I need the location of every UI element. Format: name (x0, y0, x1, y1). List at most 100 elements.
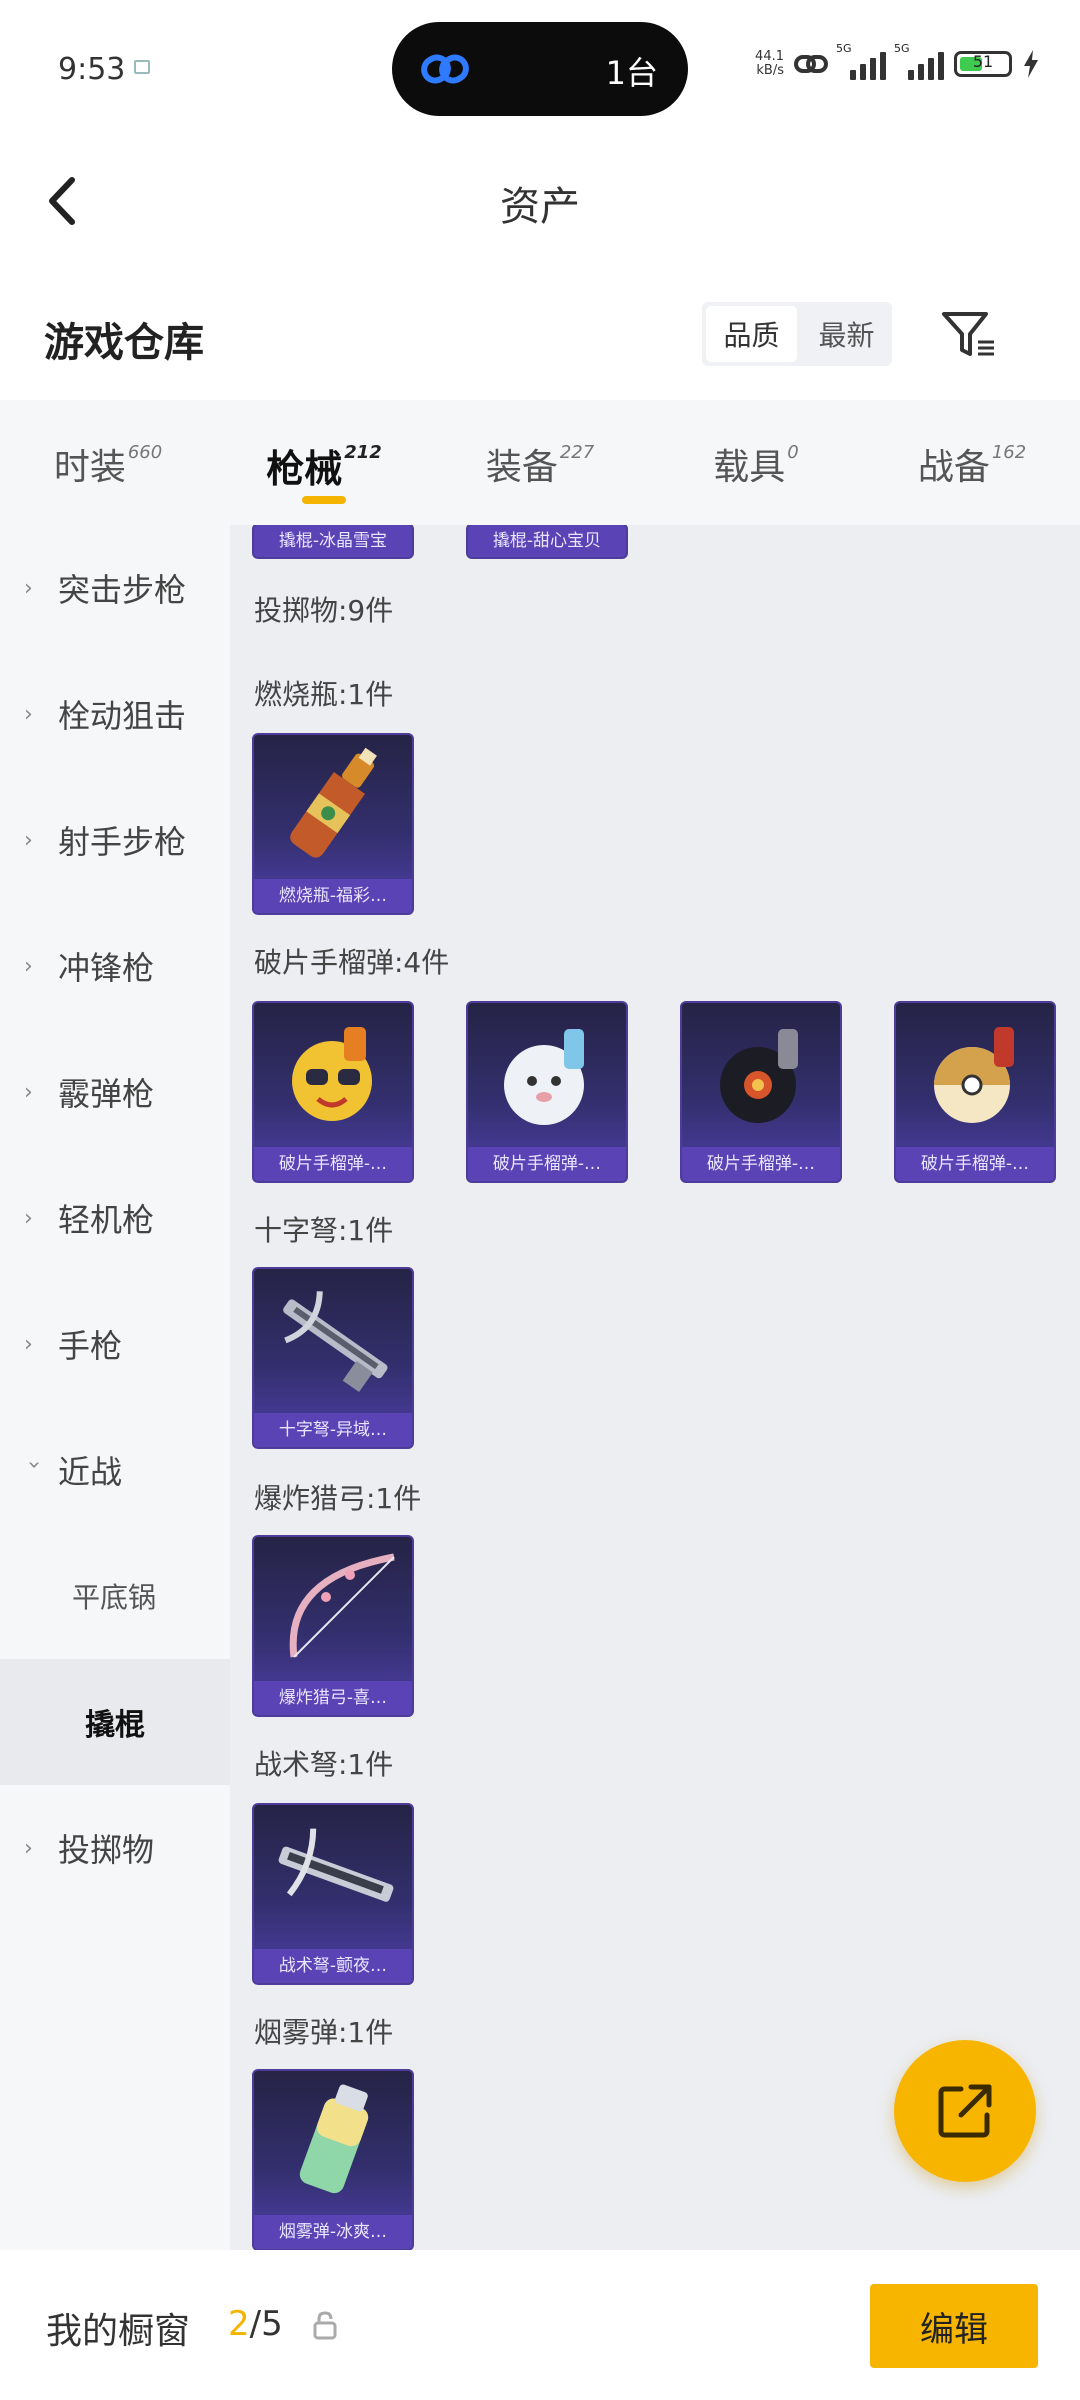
sort-newest-option[interactable]: 最新 (801, 302, 892, 366)
status-time: 9:53 (58, 52, 126, 87)
hotspot-link-icon (794, 55, 828, 73)
section-label: 燃烧瓶:1件 (254, 678, 394, 711)
net-speed-value: 44.1 (755, 49, 784, 64)
sidebar-item-label: 射手步枪 (58, 823, 187, 861)
sort-toggle: 品质 最新 (702, 302, 892, 366)
showcase-total: /5 (249, 2304, 283, 2344)
item-card[interactable]: 破片手榴弹-… (466, 1001, 628, 1183)
tab-label: 装备 (485, 447, 558, 488)
item-name: 烟雾弹-冰爽… (254, 2215, 412, 2249)
item-name: 战术弩-颤夜… (254, 1949, 412, 1983)
sidebar-item-melee[interactable]: › 近战 (0, 1407, 230, 1533)
sidebar-item-label: 撬棍 (85, 1708, 145, 1743)
item-name: 破片手榴弹-… (468, 1147, 626, 1181)
section-label: 爆炸猎弓:1件 (254, 1482, 422, 1515)
item-name: 破片手榴弹-… (254, 1147, 412, 1181)
dynamic-island[interactable]: 1台 (392, 22, 688, 116)
sidebar-item-label: 手枪 (58, 1327, 123, 1365)
showcase-count: 2/5 (228, 2304, 283, 2344)
sidebar-item-frying-pan[interactable]: 平底锅 (0, 1533, 230, 1659)
item-card[interactable]: 爆炸猎弓-喜… (252, 1535, 414, 1717)
warehouse-title: 游戏仓库 (44, 320, 204, 366)
sidebar-item-label: 平底锅 (72, 1581, 157, 1614)
tab-count: 0 (787, 442, 799, 463)
chevron-right-icon: › (24, 953, 33, 979)
bow-icon (289, 1553, 395, 1658)
sidebar-item-label: 突击步枪 (58, 571, 187, 609)
tab-firearms[interactable]: 枪械 212 (216, 400, 432, 525)
chevron-right-icon: › (24, 1835, 33, 1861)
section-label: 战术弩:1件 (254, 1748, 394, 1781)
link-icon (421, 54, 469, 84)
weapon-category-sidebar: › 突击步枪 › 栓动狙击 › 射手步枪 › 冲锋枪 › 霰弹枪 › 轻机枪 › 手枪 › 近战… (0, 525, 230, 2250)
export-icon (938, 2084, 992, 2138)
filter-icon[interactable] (938, 306, 998, 362)
sidebar-item-label: 近战 (58, 1453, 123, 1491)
charging-icon (1024, 50, 1038, 78)
item-card[interactable]: 燃烧瓶-福彩… (252, 733, 414, 915)
sidebar-item-label: 冲锋枪 (58, 949, 155, 987)
item-card[interactable]: 破片手榴弹-… (252, 1001, 414, 1183)
showcase-label: 我的橱窗 (46, 2311, 191, 2352)
tab-vehicles[interactable]: 载具 0 (648, 400, 864, 525)
sidebar-item-throwables[interactable]: › 投掷物 (0, 1785, 230, 1911)
sidebar-item-marksman-rifle[interactable]: › 射手步枪 (0, 777, 230, 903)
item-card[interactable]: 烟雾弹-冰爽… (252, 2069, 414, 2250)
sim2-label: 5G (894, 42, 910, 55)
item-name: 十字弩-异域… (254, 1413, 412, 1447)
sidebar-item-crowbar[interactable]: 撬棍 (0, 1659, 230, 1785)
sidebar-item-label: 轻机枪 (58, 1201, 155, 1239)
sidebar-item-pistol[interactable]: › 手枪 (0, 1281, 230, 1407)
share-export-button[interactable] (894, 2040, 1036, 2182)
status-bar: 9:53 1台 44.1 kB/s 5G 5G 51 (0, 0, 1080, 130)
tab-count: 660 (127, 442, 163, 463)
net-speed: 44.1 kB/s (752, 50, 784, 78)
grenade-yellow-icon (292, 1027, 372, 1121)
item-name: 破片手榴弹-… (682, 1147, 840, 1181)
sidebar-item-assault-rifle[interactable]: › 突击步枪 (0, 525, 230, 651)
chevron-right-icon: › (24, 575, 33, 601)
grenade-white-icon (504, 1029, 584, 1125)
sidebar-item-label: 栓动狙击 (58, 697, 187, 735)
tab-equipment[interactable]: 装备 227 (432, 400, 648, 525)
sidebar-item-smg[interactable]: › 冲锋枪 (0, 903, 230, 1029)
tab-label: 载具 (713, 447, 786, 488)
item-card[interactable]: 撬棍-甜心宝贝 (466, 525, 628, 559)
item-card[interactable]: 破片手榴弹-… (680, 1001, 842, 1183)
chevron-right-icon: › (24, 1205, 33, 1231)
edit-button[interactable]: 编辑 (870, 2284, 1038, 2368)
chevron-right-icon: › (24, 701, 33, 727)
sidebar-item-label: 投掷物 (58, 1831, 155, 1869)
sidebar-item-lmg[interactable]: › 轻机枪 (0, 1155, 230, 1281)
battery-icon: 51 (954, 51, 1012, 77)
sim1-label: 5G (836, 42, 852, 55)
item-card[interactable]: 十字弩-异域… (252, 1267, 414, 1449)
island-text: 1台 (605, 54, 658, 92)
item-list[interactable]: 撬棍-冰晶雪宝 撬棍-甜心宝贝 投掷物:9件 燃烧瓶:1件 燃烧瓶-福彩… 破片… (230, 525, 1080, 2250)
tab-fashion[interactable]: 时装 660 (0, 400, 216, 525)
section-label: 烟雾弹:1件 (254, 2016, 394, 2049)
tab-battle-gear[interactable]: 战备 162 (864, 400, 1080, 525)
sort-quality-option[interactable]: 品质 (706, 306, 797, 362)
item-name: 爆炸猎弓-喜… (254, 1681, 412, 1715)
section-label: 十字弩:1件 (254, 1214, 394, 1247)
warehouse-row: 游戏仓库 品质 最新 (0, 270, 1080, 400)
status-indicators: 44.1 kB/s 5G 5G 51 (752, 42, 1040, 84)
sidebar-item-bolt-sniper[interactable]: › 栓动狙击 (0, 651, 230, 777)
lock-icon (313, 2311, 337, 2340)
tactical-crossbow-icon (278, 1828, 394, 1902)
smoke-grenade-icon (299, 2084, 369, 2194)
showcase-current: 2 (228, 2304, 250, 2344)
chevron-down-icon: › (21, 1460, 47, 1469)
item-name: 撬棍-冰晶雪宝 (254, 525, 412, 557)
tab-count: 227 (559, 442, 595, 463)
sidebar-item-shotgun[interactable]: › 霰弹枪 (0, 1029, 230, 1155)
page-title: 资产 (500, 184, 580, 230)
item-name: 破片手榴弹-… (896, 1147, 1054, 1181)
chevron-right-icon: › (24, 1331, 33, 1357)
item-name: 撬棍-甜心宝贝 (468, 525, 626, 557)
item-card[interactable]: 破片手榴弹-… (894, 1001, 1056, 1183)
grenade-gold-icon (934, 1027, 1014, 1123)
item-card[interactable]: 战术弩-颤夜… (252, 1803, 414, 1985)
item-card[interactable]: 撬棍-冰晶雪宝 (252, 525, 414, 559)
